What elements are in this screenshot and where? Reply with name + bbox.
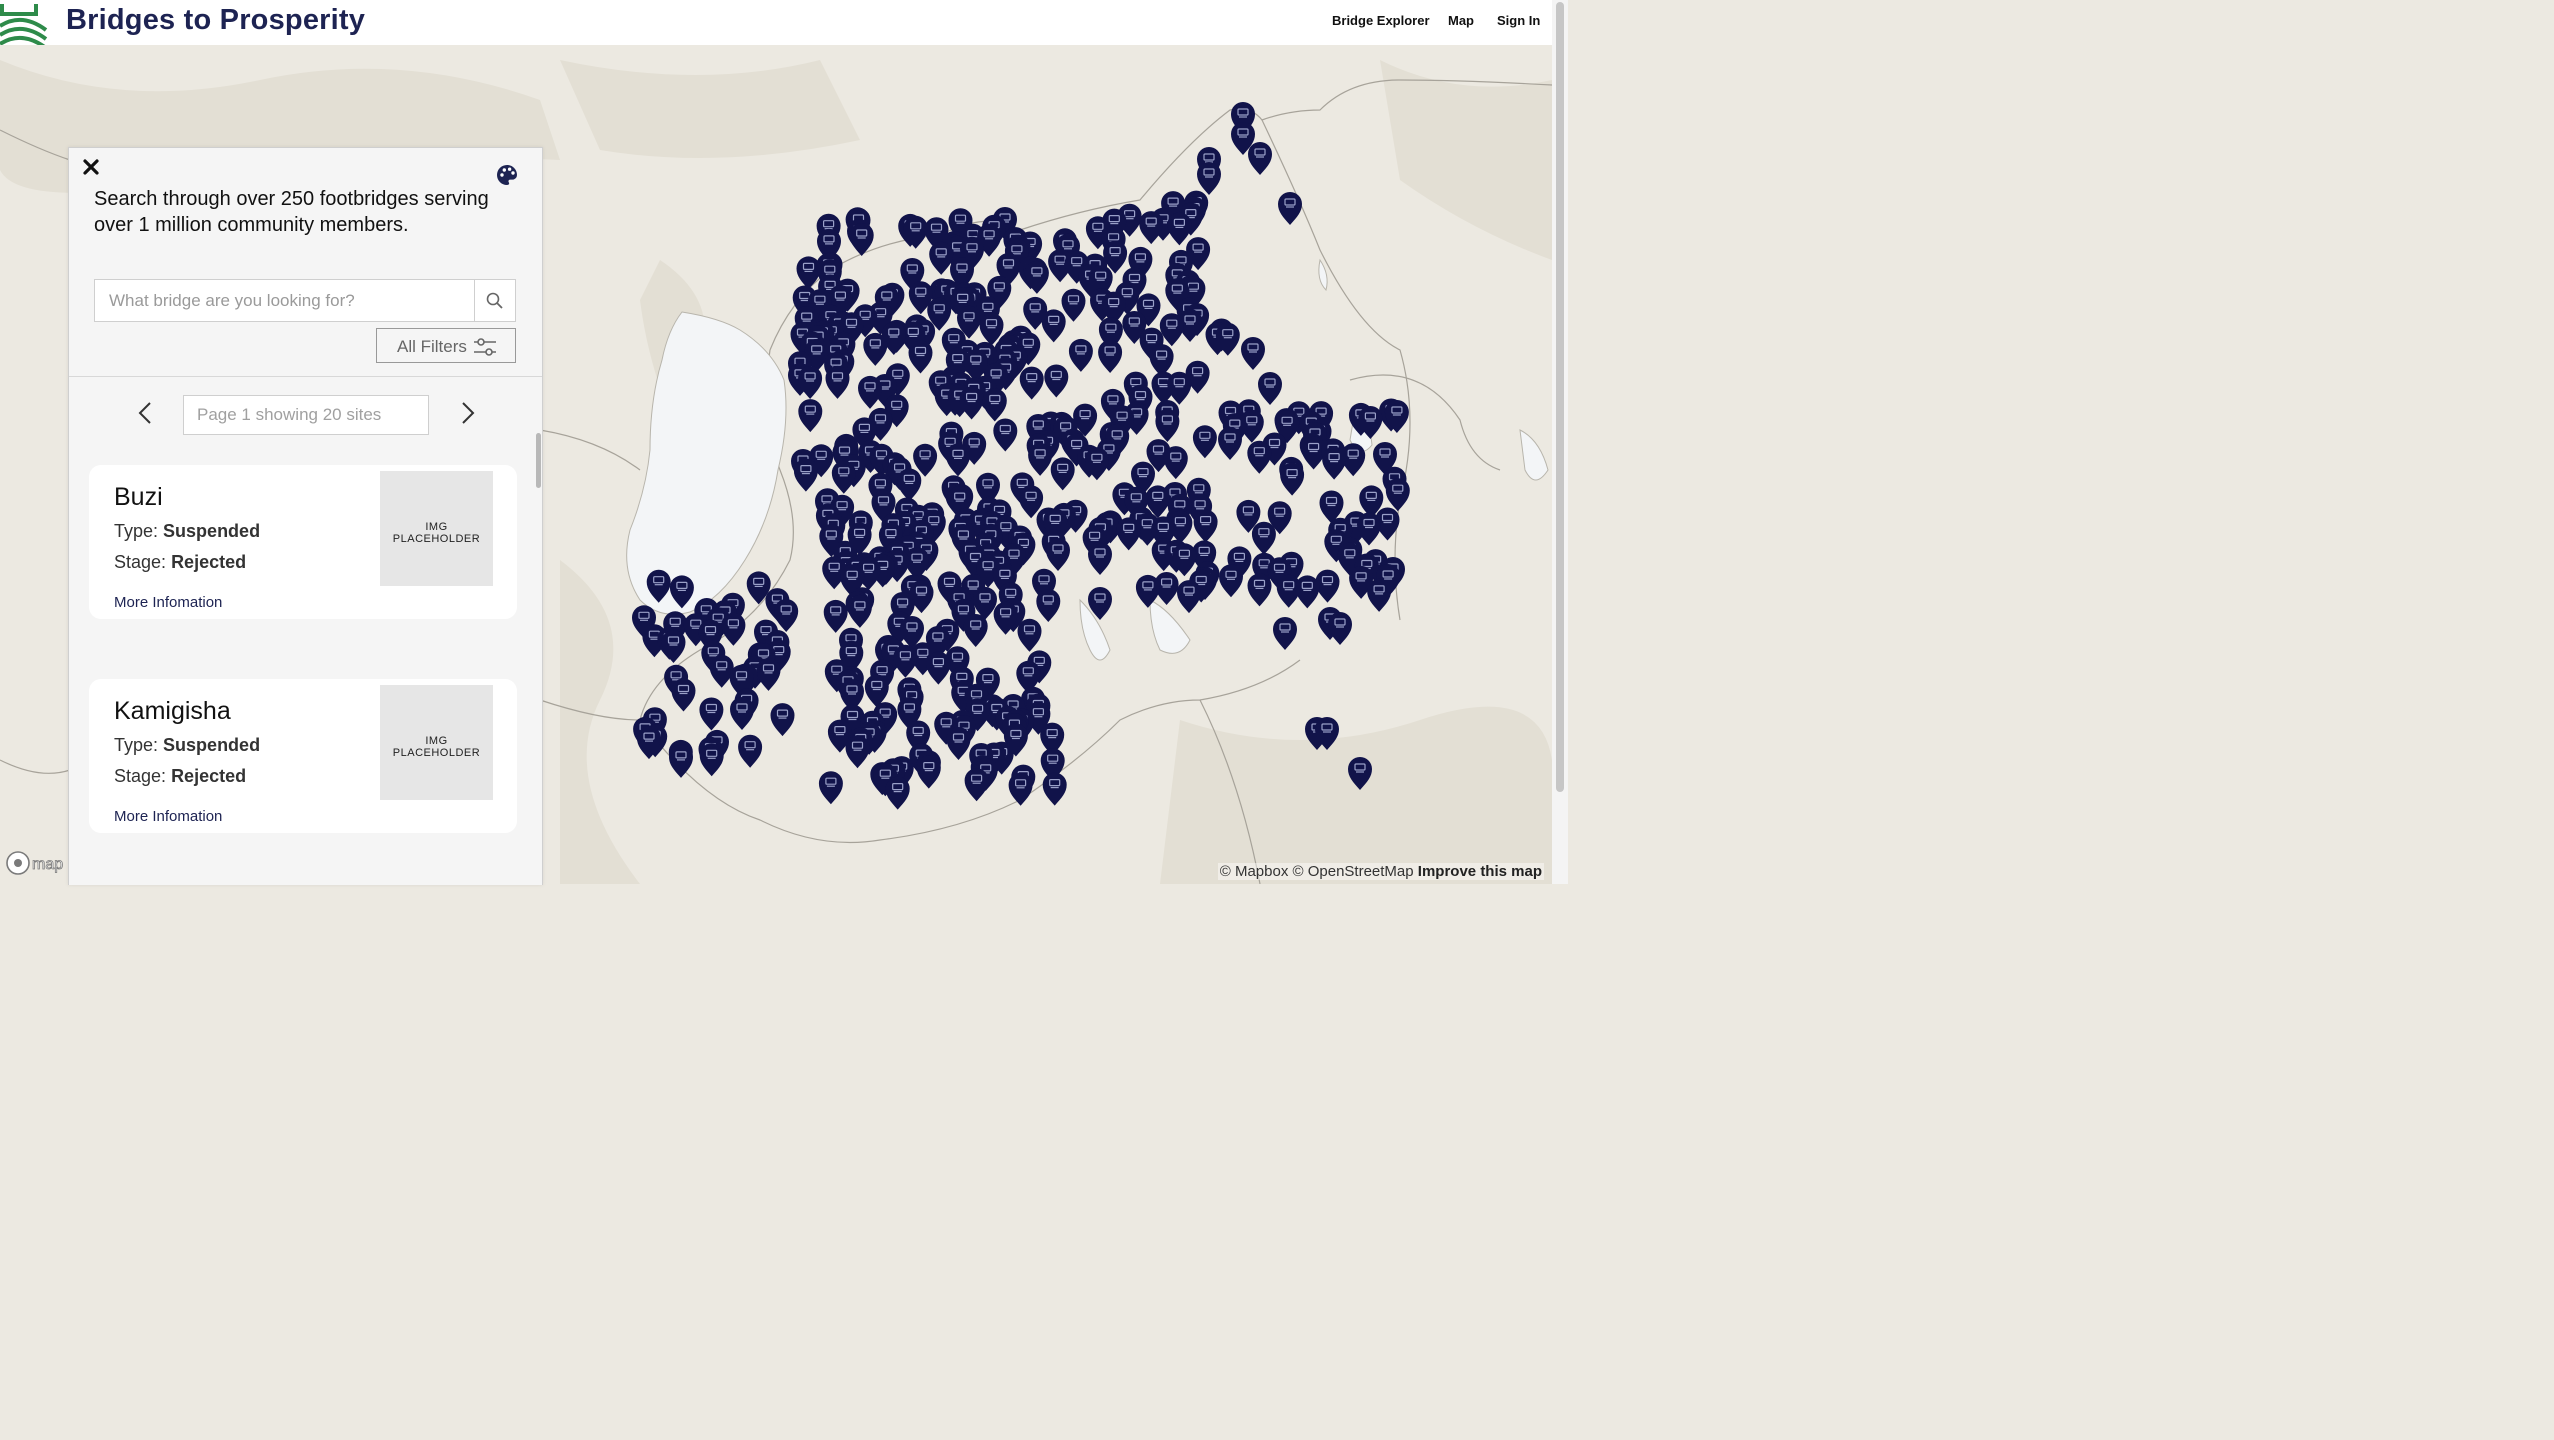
bridge-stage: Stage: Rejected: [114, 766, 246, 787]
improve-map-link[interactable]: Improve this map: [1418, 863, 1542, 880]
explorer-panel: Search through over 250 footbridges serv…: [68, 147, 543, 885]
image-placeholder-label: IMG PLACEHOLDER: [392, 735, 481, 759]
page-scrollbar-thumb[interactable]: [1556, 2, 1564, 792]
logo-icon[interactable]: [0, 0, 48, 45]
bridge-name: Kamigisha: [114, 697, 231, 725]
nav-sign-in[interactable]: Sign In: [1497, 13, 1540, 28]
svg-text:map: map: [32, 856, 63, 873]
type-value: Suspended: [163, 735, 261, 755]
brand-title[interactable]: Bridges to Prosperity: [66, 4, 365, 37]
palette-icon[interactable]: [496, 164, 518, 186]
bridge-card: Buzi Type: Suspended Stage: Rejected Mor…: [89, 465, 517, 619]
more-information-link[interactable]: More Infomation: [114, 594, 222, 611]
page-input[interactable]: [184, 396, 428, 434]
attribution-text[interactable]: © Mapbox © OpenStreetMap: [1220, 863, 1414, 880]
image-placeholder-label: IMG PLACEHOLDER: [392, 521, 481, 545]
bridge-stage: Stage: Rejected: [114, 552, 246, 573]
type-value: Suspended: [163, 521, 261, 541]
bridge-card: Kamigisha Type: Suspended Stage: Rejecte…: [89, 679, 517, 833]
stage-label: Stage:: [114, 552, 167, 572]
search-input[interactable]: [95, 280, 475, 321]
search-icon[interactable]: [474, 280, 515, 321]
map-attribution: © Mapbox © OpenStreetMap Improve this ma…: [1217, 863, 1544, 880]
intro-text: Search through over 250 footbridges serv…: [94, 188, 489, 236]
type-label: Type:: [114, 521, 159, 541]
bridge-image-placeholder: IMG PLACEHOLDER: [380, 685, 493, 800]
sliders-icon: [474, 338, 496, 356]
bridge-image-placeholder: IMG PLACEHOLDER: [380, 471, 493, 586]
bridge-name: Buzi: [114, 483, 163, 511]
page-scrollbar[interactable]: [1552, 0, 1568, 884]
nav-bridge-explorer[interactable]: Bridge Explorer: [1332, 13, 1430, 28]
stage-label: Stage:: [114, 766, 167, 786]
chevron-right-icon[interactable]: [456, 400, 478, 426]
chevron-left-icon[interactable]: [135, 400, 157, 426]
panel-divider: [69, 376, 542, 377]
type-label: Type:: [114, 735, 159, 755]
list-scrollbar[interactable]: [536, 433, 541, 488]
mapbox-logo-icon[interactable]: map: [6, 850, 68, 876]
site-header: Bridges to Prosperity Bridge Explorer Ma…: [0, 0, 1552, 45]
bridge-type: Type: Suspended: [114, 521, 260, 542]
page-field: [183, 395, 429, 435]
close-icon[interactable]: [80, 156, 102, 178]
bridge-type: Type: Suspended: [114, 735, 260, 756]
search-box: [94, 279, 516, 322]
nav-map[interactable]: Map: [1448, 13, 1474, 28]
all-filters-button[interactable]: All Filters: [376, 328, 516, 363]
stage-value: Rejected: [171, 552, 247, 572]
all-filters-label: All Filters: [397, 337, 467, 356]
stage-value: Rejected: [171, 766, 247, 786]
more-information-link[interactable]: More Infomation: [114, 808, 222, 825]
